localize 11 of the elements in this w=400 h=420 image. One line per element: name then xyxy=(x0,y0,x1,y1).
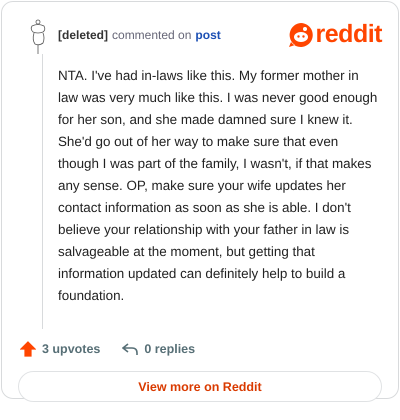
author-name[interactable]: [deleted] xyxy=(58,28,108,42)
view-more-button[interactable]: View more on Reddit xyxy=(18,371,382,402)
comment-body: NTA. I've had in-laws like this. My former mother in law was very much like this. I was never good enough for her son, and she made damned sure I knew it. She'd go out of her way to make sure that even though I was part of the family, I wasn't, if that makes any sense. OP, make sure your wife updates her contact information as soon as she is able. I don't believe your relationship with your father in law is salvageable at the moment, but getting that information updated can definitely help to build a foundation. xyxy=(58,67,378,305)
upvote-arrow-icon[interactable] xyxy=(20,341,36,357)
action-text: commented on xyxy=(112,28,192,42)
logo-wordmark: reddit xyxy=(316,20,382,49)
upvote-count: 3 upvotes xyxy=(42,342,100,356)
alien-logo-icon xyxy=(288,22,314,48)
post-link[interactable]: post xyxy=(195,28,221,42)
reply-count: 0 replies xyxy=(144,342,196,356)
reply-arrow-icon[interactable] xyxy=(122,342,138,356)
